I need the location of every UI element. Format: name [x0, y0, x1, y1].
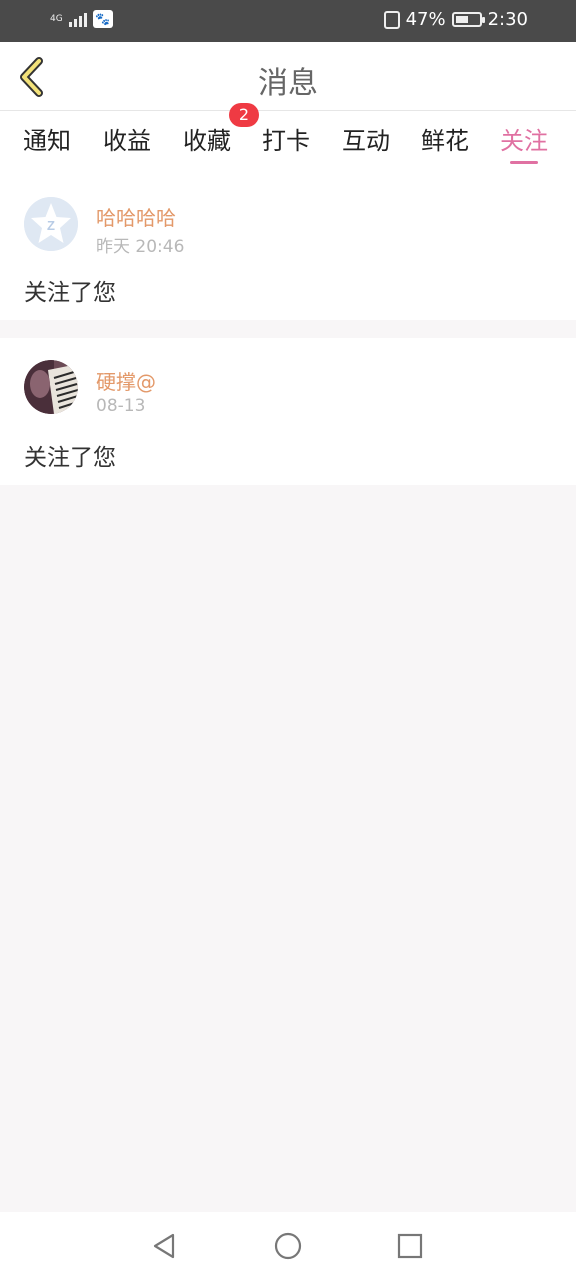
user-name[interactable]: 哈哈哈哈 — [96, 202, 176, 231]
nav-home-button[interactable] — [272, 1230, 304, 1262]
vibrate-icon — [383, 10, 400, 29]
system-nav-bar — [0, 1212, 576, 1280]
nav-recents-button[interactable] — [394, 1230, 426, 1262]
tab-follows-label: 关注 — [500, 127, 548, 155]
baidu-app-icon: 🐾 — [92, 10, 113, 28]
tab-earnings[interactable]: 收益 — [103, 121, 151, 156]
default-avatar-icon[interactable]: Z — [24, 197, 78, 251]
active-tab-indicator — [510, 161, 538, 164]
home-circle-icon — [274, 1232, 302, 1260]
network-type: 4G — [50, 13, 63, 24]
favorites-badge: 2 — [229, 103, 259, 127]
svg-text:Z: Z — [47, 218, 55, 233]
header: 消息 — [0, 42, 576, 111]
tab-interactions[interactable]: 互动 — [342, 121, 390, 156]
tab-follows[interactable]: 关注 — [500, 121, 548, 164]
message-item[interactable]: Z 哈哈哈哈 昨天 20:46 关注了您 — [0, 169, 576, 320]
back-triangle-icon — [153, 1233, 175, 1259]
status-right: 47% 2:30 — [383, 9, 528, 30]
recents-square-icon — [397, 1233, 423, 1259]
clock: 2:30 — [487, 9, 528, 30]
tab-favorites[interactable]: 收藏 — [183, 121, 231, 156]
page-title: 消息 — [258, 66, 318, 101]
signal-icon — [68, 11, 87, 27]
user-name[interactable]: 硬撑@ — [96, 366, 156, 395]
message-text: 关注了您 — [24, 280, 116, 306]
user-photo-avatar[interactable] — [24, 360, 78, 414]
battery-icon — [451, 12, 485, 27]
status-left: 4G 🐾 — [50, 10, 113, 28]
status-bar: 4G 🐾 47% 2:30 — [0, 0, 576, 42]
message-item[interactable]: 硬撑@ 08-13 关注了您 — [0, 338, 576, 485]
message-time: 08-13 — [96, 396, 146, 416]
tab-checkin[interactable]: 打卡 — [262, 121, 310, 156]
tab-flowers[interactable]: 鲜花 — [421, 121, 469, 156]
tab-notifications[interactable]: 通知 — [23, 121, 71, 156]
nav-back-button[interactable] — [148, 1230, 180, 1262]
battery-percent: 47% — [405, 9, 446, 30]
message-time: 昨天 20:46 — [96, 237, 185, 257]
message-text: 关注了您 — [24, 445, 116, 471]
tab-bar: 通知 收益 收藏 打卡 互动 鲜花 关注 — [0, 111, 576, 169]
